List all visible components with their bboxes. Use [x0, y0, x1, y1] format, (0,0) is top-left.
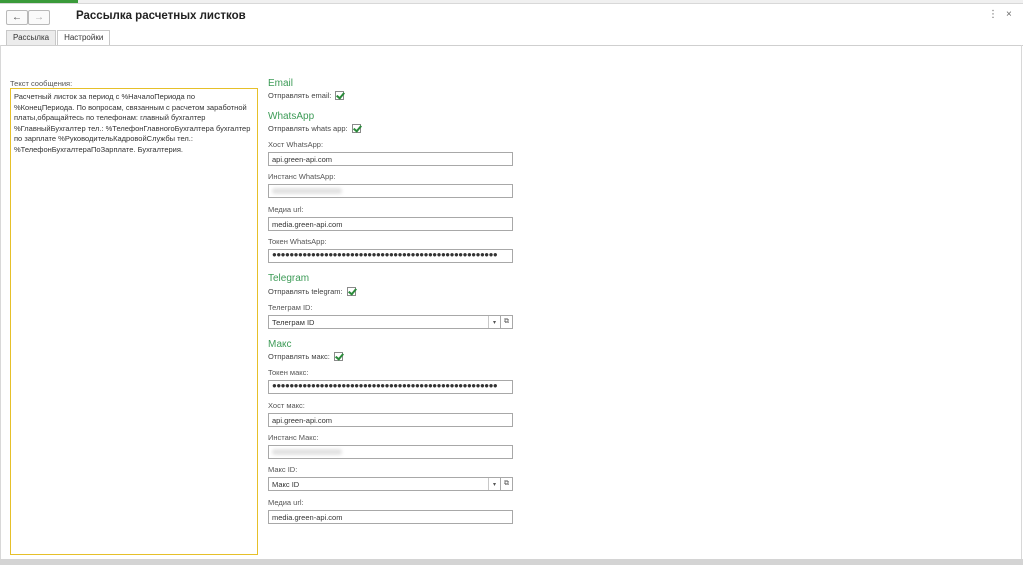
- frame-left: [0, 45, 1, 560]
- max-host-input[interactable]: api.green-api.com: [268, 413, 513, 427]
- chevron-down-icon[interactable]: ▾: [488, 316, 500, 328]
- max-instance-label: Инстанс Макс:: [268, 433, 319, 442]
- active-window-indicator: [0, 0, 78, 3]
- tab-bar: Рассылка Настройки: [6, 30, 111, 46]
- telegram-heading: Telegram: [268, 273, 310, 284]
- whatsapp-send-checkbox[interactable]: [351, 124, 361, 133]
- frame-right: [1021, 45, 1022, 560]
- email-send-row: Отправлять email:: [268, 91, 345, 100]
- open-form-icon[interactable]: ⧉: [501, 315, 513, 329]
- max-media-input[interactable]: media.green-api.com: [268, 510, 513, 524]
- whatsapp-instance-redacted: [272, 188, 342, 194]
- whatsapp-media-label: Медиа url:: [268, 205, 304, 214]
- tab-divider: [0, 45, 1023, 46]
- tab-settings[interactable]: Настройки: [57, 30, 111, 46]
- tab-mailing[interactable]: Рассылка: [6, 30, 57, 45]
- max-token-label: Токен макс:: [268, 368, 309, 377]
- window-title: Рассылка расчетных листков: [76, 10, 246, 22]
- chevron-down-icon[interactable]: ▾: [488, 478, 500, 490]
- message-textarea[interactable]: Расчетный листок за период с %НачалоПери…: [10, 88, 258, 555]
- max-id-select[interactable]: Макс ID ▾: [268, 477, 501, 491]
- max-id-label: Макс ID:: [268, 465, 298, 474]
- email-heading: Email: [268, 78, 294, 89]
- telegram-id-select[interactable]: Телеграм ID ▾: [268, 315, 501, 329]
- close-icon[interactable]: ×: [1006, 9, 1012, 20]
- whatsapp-host-label: Хост WhatsApp:: [268, 140, 324, 149]
- whatsapp-heading: WhatsApp: [268, 111, 315, 122]
- bottom-scrollbar[interactable]: [0, 559, 1023, 565]
- max-send-checkbox[interactable]: [333, 352, 343, 361]
- more-actions-icon[interactable]: ⋮: [988, 9, 998, 20]
- back-button[interactable]: ←: [6, 10, 28, 25]
- telegram-send-row: Отправлять telegram:: [268, 287, 356, 296]
- max-send-label: Отправлять макс:: [268, 352, 330, 361]
- whatsapp-media-input[interactable]: media.green-api.com: [268, 217, 513, 231]
- whatsapp-instance-label: Инстанс WhatsApp:: [268, 172, 336, 181]
- whatsapp-send-row: Отправлять whats app:: [268, 124, 361, 133]
- whatsapp-token-input[interactable]: ●●●●●●●●●●●●●●●●●●●●●●●●●●●●●●●●●●●●●●●●…: [268, 249, 513, 263]
- whatsapp-token-label: Токен WhatsApp:: [268, 237, 327, 246]
- max-instance-redacted: [272, 449, 342, 455]
- email-send-label: Отправлять email:: [268, 91, 332, 100]
- telegram-send-label: Отправлять telegram:: [268, 287, 343, 296]
- max-host-label: Хост макс:: [268, 401, 305, 410]
- top-strip: [0, 0, 1023, 4]
- whatsapp-send-label: Отправлять whats app:: [268, 124, 348, 133]
- arrow-left-icon: ←: [12, 12, 22, 23]
- forward-button[interactable]: →: [28, 10, 50, 25]
- message-label: Текст сообщения:: [10, 79, 73, 88]
- whatsapp-host-input[interactable]: api.green-api.com: [268, 152, 513, 166]
- telegram-id-label: Телеграм ID:: [268, 303, 313, 312]
- max-id-value: Макс ID: [272, 480, 300, 489]
- email-send-checkbox[interactable]: [335, 91, 345, 100]
- open-form-icon[interactable]: ⧉: [501, 477, 513, 491]
- max-send-row: Отправлять макс:: [268, 352, 343, 361]
- max-media-label: Медиа url:: [268, 498, 304, 507]
- telegram-send-checkbox[interactable]: [346, 287, 356, 296]
- arrow-right-icon: →: [34, 12, 44, 23]
- max-heading: Макс: [268, 339, 292, 350]
- telegram-id-value: Телеграм ID: [272, 318, 315, 327]
- max-token-input[interactable]: ●●●●●●●●●●●●●●●●●●●●●●●●●●●●●●●●●●●●●●●●…: [268, 380, 513, 394]
